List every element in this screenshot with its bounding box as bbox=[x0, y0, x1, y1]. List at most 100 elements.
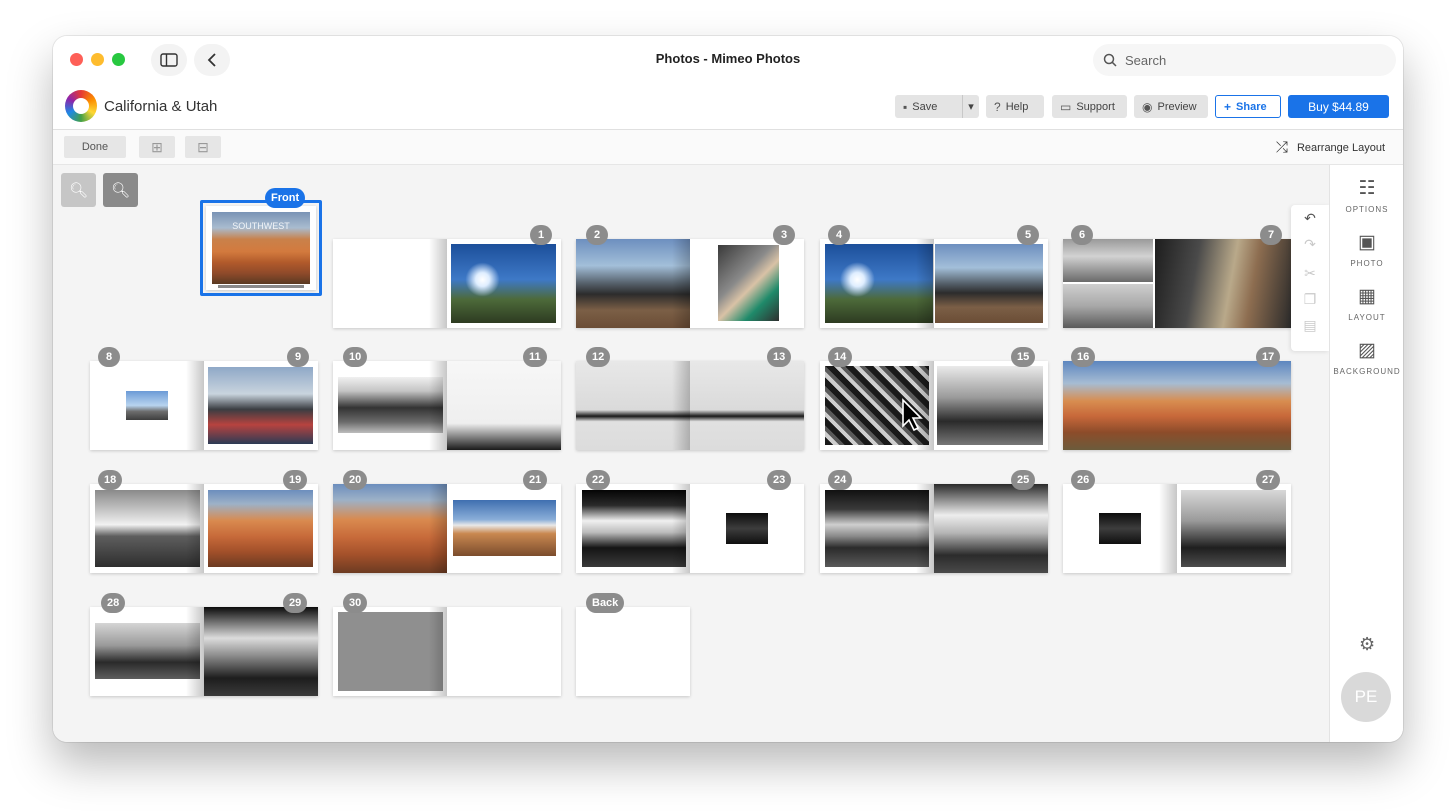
page-badge-9: 9 bbox=[287, 347, 309, 367]
zoom-in-icon: 🔍︎ bbox=[110, 182, 131, 199]
page-badge-26: 26 bbox=[1071, 470, 1096, 490]
rearrange-layout-button[interactable]: ⤮ Rearrange Layout bbox=[1276, 139, 1385, 156]
book-canvas: 🔍︎ 🔍︎ SOUTHWEST Front 1 2 3 4 5 6 7 8 9 … bbox=[53, 165, 1329, 742]
paste-icon: ▤ bbox=[1303, 317, 1317, 333]
image-icon: ▣ bbox=[1358, 232, 1376, 253]
search-field[interactable]: Search bbox=[1093, 44, 1396, 76]
page-6-photo-a bbox=[1063, 239, 1153, 282]
page-badge-10: 10 bbox=[343, 347, 368, 367]
back-cover[interactable] bbox=[576, 607, 690, 696]
right-rail: ☷ OPTIONS ▣ PHOTO ▦ LAYOUT ▨ BACKGROUND bbox=[1329, 165, 1403, 742]
spread-22-23[interactable] bbox=[576, 484, 804, 573]
page-badge-3: 3 bbox=[773, 225, 795, 245]
copy-button[interactable]: ❐ bbox=[1291, 291, 1329, 308]
settings-button[interactable]: ⚙ bbox=[1359, 634, 1375, 655]
page-28-photo bbox=[95, 623, 200, 679]
page-badge-25: 25 bbox=[1011, 470, 1036, 490]
page-badge-24: 24 bbox=[828, 470, 853, 490]
page-badge-29: 29 bbox=[283, 593, 308, 613]
page-badge-2: 2 bbox=[586, 225, 608, 245]
page-badge-17: 17 bbox=[1256, 347, 1281, 367]
page-8-photo bbox=[126, 391, 168, 420]
add-page-button[interactable]: ⊞ bbox=[139, 136, 175, 158]
spread-1[interactable] bbox=[333, 239, 561, 328]
page-1-photo bbox=[451, 244, 556, 323]
photo-tab[interactable]: ▣ PHOTO bbox=[1330, 231, 1403, 268]
page-badge-30: 30 bbox=[343, 593, 368, 613]
page-badge-1: 1 bbox=[530, 225, 552, 245]
spread-2-3[interactable] bbox=[576, 239, 804, 328]
project-title[interactable]: California & Utah bbox=[104, 98, 217, 115]
page-badge-23: 23 bbox=[767, 470, 792, 490]
background-tab[interactable]: ▨ BACKGROUND bbox=[1330, 339, 1403, 376]
redo-button[interactable]: ↷ bbox=[1291, 236, 1329, 253]
page-badge-19: 19 bbox=[283, 470, 308, 490]
page-7-photo bbox=[1155, 239, 1291, 328]
app-window: Photos - Mimeo Photos Search California … bbox=[53, 36, 1403, 742]
page-10-photo bbox=[338, 377, 443, 433]
spread-14-15[interactable] bbox=[820, 361, 1048, 450]
page-22-photo bbox=[582, 490, 686, 567]
page-4-photo bbox=[825, 244, 933, 323]
app-logo bbox=[65, 90, 97, 122]
spread-12-13[interactable] bbox=[576, 361, 804, 450]
page-30-photo bbox=[338, 612, 443, 691]
page-badge-4: 4 bbox=[828, 225, 850, 245]
options-label: OPTIONS bbox=[1345, 205, 1389, 214]
spread-28-29[interactable] bbox=[90, 607, 318, 696]
page-19-photo bbox=[208, 490, 313, 567]
share-button[interactable]: + Share bbox=[1215, 95, 1281, 118]
done-button[interactable]: Done bbox=[64, 136, 126, 158]
undo-icon: ↶ bbox=[1304, 210, 1316, 226]
edit-toolbar: Done ⊞ ⊟ ⤮ Rearrange Layout bbox=[53, 130, 1403, 165]
spread-6-7[interactable] bbox=[1063, 239, 1291, 328]
page-badge-27: 27 bbox=[1256, 470, 1281, 490]
page-badge-12: 12 bbox=[586, 347, 611, 367]
sliders-icon: ☷ bbox=[1358, 178, 1376, 199]
page-badge-18: 18 bbox=[98, 470, 123, 490]
remove-page-button[interactable]: ⊟ bbox=[185, 136, 221, 158]
buy-button[interactable]: Buy $44.89 bbox=[1288, 95, 1389, 118]
help-button[interactable]: ? Help bbox=[986, 95, 1044, 118]
save-button[interactable]: ▪ Save ▾ bbox=[895, 95, 979, 118]
preview-button[interactable]: ◉ Preview bbox=[1134, 95, 1208, 118]
page-badge-6: 6 bbox=[1071, 225, 1093, 245]
cut-button[interactable]: ✂ bbox=[1291, 265, 1329, 282]
spread-4-5[interactable] bbox=[820, 239, 1048, 328]
spread-18-19[interactable] bbox=[90, 484, 318, 573]
undo-button[interactable]: ↶ bbox=[1291, 210, 1329, 227]
page-badge-front: Front bbox=[265, 188, 306, 208]
page-badge-14: 14 bbox=[828, 347, 853, 367]
page-6-photo-b bbox=[1063, 284, 1153, 328]
edit-tools-panel: ↶ ↷ ✂ ❐ ▤ bbox=[1291, 205, 1329, 351]
zoom-in-button[interactable]: 🔍︎ bbox=[103, 173, 138, 207]
spread-26-27[interactable] bbox=[1063, 484, 1291, 573]
spread-24-25[interactable] bbox=[820, 484, 1048, 573]
page-badge-5: 5 bbox=[1017, 225, 1039, 245]
avatar[interactable]: PE bbox=[1341, 672, 1391, 722]
spread-20-21[interactable] bbox=[333, 484, 561, 573]
scissors-icon: ✂ bbox=[1304, 265, 1316, 281]
front-cover[interactable]: SOUTHWEST bbox=[206, 206, 316, 290]
mouse-cursor-icon bbox=[902, 398, 923, 432]
support-button[interactable]: ▭ Support bbox=[1052, 95, 1127, 118]
save-dropdown-icon[interactable]: ▾ bbox=[962, 95, 979, 118]
spread-10-11[interactable] bbox=[333, 361, 561, 450]
spread-16-17[interactable] bbox=[1063, 361, 1291, 450]
page-29-photo bbox=[204, 607, 318, 696]
spread-8-9[interactable] bbox=[90, 361, 318, 450]
page-15-photo bbox=[937, 366, 1043, 445]
layout-tab[interactable]: ▦ LAYOUT bbox=[1330, 285, 1403, 322]
spread-30[interactable] bbox=[333, 607, 561, 696]
page-2-photo bbox=[576, 239, 690, 328]
page-27-photo bbox=[1181, 490, 1286, 567]
zoom-out-icon: 🔍︎ bbox=[68, 182, 89, 199]
zoom-out-button[interactable]: 🔍︎ bbox=[61, 173, 96, 207]
page-25-photo bbox=[934, 484, 1048, 573]
page-21-photo bbox=[453, 500, 556, 556]
gear-icon: ⚙ bbox=[1359, 634, 1376, 654]
options-tab[interactable]: ☷ OPTIONS bbox=[1330, 177, 1403, 214]
save-label: Save bbox=[912, 100, 938, 113]
paste-button[interactable]: ▤ bbox=[1291, 317, 1329, 334]
redo-icon: ↷ bbox=[1304, 236, 1316, 252]
